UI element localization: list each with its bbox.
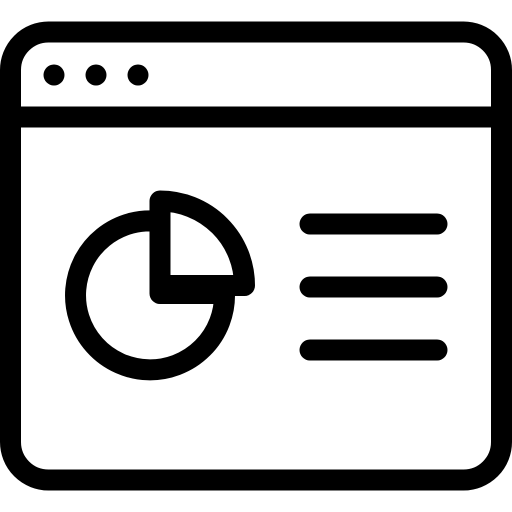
pie-chart-icon	[65, 190, 255, 381]
window-control-dot-icon	[43, 64, 65, 86]
window-control-dot-icon	[85, 64, 107, 86]
pie-chart-highlighted-slice	[149, 190, 255, 296]
window-control-dot-icon	[127, 64, 149, 86]
browser-window-analytics-icon	[0, 21, 512, 491]
window-control-dots	[43, 64, 149, 86]
icon-canvas	[0, 0, 512, 512]
text-lines	[299, 213, 448, 361]
